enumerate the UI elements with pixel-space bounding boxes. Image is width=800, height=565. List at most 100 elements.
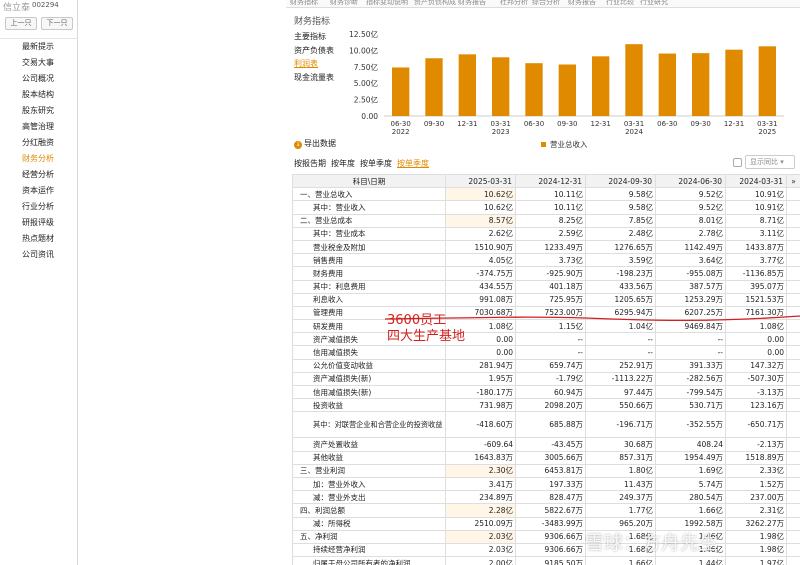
table-row: 四、利润总额 2.28亿 5822.67万 1.77亿 1.66亿 2.31亿 bbox=[292, 503, 800, 518]
row-label: 归属于母公司所有者的净利润 bbox=[292, 556, 446, 565]
period-view-option[interactable]: 按年度 bbox=[331, 159, 355, 168]
revenue-bar[interactable] bbox=[492, 57, 510, 116]
x-tick-label: 2023 bbox=[492, 128, 510, 136]
compare-select[interactable]: 显示同比 ▾ bbox=[745, 155, 795, 169]
value-cell: 6453.81万 bbox=[515, 463, 586, 478]
export-data-button[interactable]: ↓ 导出数据 bbox=[294, 138, 336, 149]
x-tick-label: 06-30 bbox=[657, 120, 677, 128]
value-cell: 1.04亿 bbox=[585, 319, 656, 334]
value-cell: 7030.68万 bbox=[445, 305, 516, 321]
menu-item[interactable]: 资本运作 bbox=[0, 183, 78, 199]
menu-item[interactable]: 股东研究 bbox=[0, 103, 78, 119]
revenue-bar[interactable] bbox=[692, 53, 710, 116]
top-tab[interactable]: 财务指标 bbox=[290, 0, 318, 7]
value-cell: 1.95万 bbox=[445, 371, 516, 387]
value-cell: 2.62亿 bbox=[445, 226, 516, 241]
next-stock-button[interactable]: 下一只 bbox=[41, 17, 73, 30]
spacer-cell bbox=[786, 503, 800, 518]
spacer-cell bbox=[786, 490, 800, 505]
compare-checkbox[interactable] bbox=[733, 158, 742, 167]
value-cell: 2.48亿 bbox=[585, 226, 656, 241]
revenue-bar[interactable] bbox=[625, 44, 643, 116]
more-columns-arrow[interactable]: » bbox=[786, 174, 800, 189]
x-tick-label: 03-31 bbox=[624, 120, 644, 128]
value-cell: 387.57万 bbox=[655, 279, 726, 294]
table-row: 其中：对联营企业和合营企业的投资收益 -418.60万 685.88万 -196.71… bbox=[292, 411, 800, 439]
value-cell: 8.57亿 bbox=[445, 213, 516, 228]
watermark: 雪球：方舟先生 bbox=[585, 532, 719, 554]
value-cell: -282.56万 bbox=[655, 371, 726, 387]
table-row: 其中：利息费用 434.55万 401.18万 433.56万 387.57万 395.0… bbox=[292, 279, 800, 294]
subnav-item[interactable]: 主要指标 bbox=[294, 31, 334, 45]
menu-item[interactable]: 热点题材 bbox=[0, 231, 78, 247]
menu-item[interactable]: 公司概况 bbox=[0, 71, 78, 87]
menu-item[interactable]: 股本结构 bbox=[0, 87, 78, 103]
value-cell: -196.71万 bbox=[585, 411, 656, 439]
value-cell: 685.88万 bbox=[515, 411, 586, 439]
value-cell: 9306.66万 bbox=[515, 542, 586, 558]
revenue-bar[interactable] bbox=[592, 56, 610, 116]
subnav-item[interactable]: 利润表 bbox=[294, 58, 334, 72]
value-cell: 550.66万 bbox=[585, 398, 656, 413]
top-tab[interactable]: 综合分析 bbox=[532, 0, 560, 7]
export-label: 导出数据 bbox=[304, 139, 336, 148]
menu-item[interactable]: 交易大事 bbox=[0, 55, 78, 71]
revenue-bar[interactable] bbox=[558, 64, 576, 116]
table-row: 持续经营净利润 2.03亿 9306.66万 1.68亿 1.46亿 1.98亿 bbox=[292, 542, 800, 558]
period-view-option[interactable]: 按报告期 bbox=[294, 159, 326, 168]
top-tab[interactable]: 财务报告 bbox=[458, 0, 486, 7]
value-cell: 1253.29万 bbox=[655, 292, 726, 307]
value-cell: 2.78亿 bbox=[655, 226, 726, 241]
revenue-bar[interactable] bbox=[425, 58, 443, 116]
revenue-bar[interactable] bbox=[725, 49, 743, 116]
revenue-bar[interactable] bbox=[392, 67, 410, 116]
top-tab[interactable]: 资产负债构成 bbox=[414, 0, 456, 7]
menu-item[interactable]: 研报评级 bbox=[0, 215, 78, 231]
spacer-cell bbox=[786, 437, 800, 452]
value-cell: 991.08万 bbox=[445, 292, 516, 307]
spacer-cell bbox=[786, 319, 800, 334]
prev-stock-button[interactable]: 上一只 bbox=[5, 17, 37, 30]
row-label: 其他收益 bbox=[292, 450, 446, 465]
x-tick-label: 2025 bbox=[758, 128, 776, 136]
row-label: 其中：利息费用 bbox=[292, 279, 446, 294]
value-cell: 3.41万 bbox=[445, 476, 516, 492]
revenue-bar[interactable] bbox=[458, 54, 476, 116]
menu-item[interactable]: 高管治理 bbox=[0, 119, 78, 135]
value-cell: 2.59亿 bbox=[515, 226, 586, 241]
revenue-bar-chart: 0.002.50亿5.00亿7.50亿10.00亿12.50亿06-302022… bbox=[349, 29, 784, 149]
table-row: 信用减值损失(新) -180.17万 60.94万 97.44万 -799.54万 -3.… bbox=[292, 384, 800, 400]
table-row: 三、营业利润 2.30亿 6453.81万 1.80亿 1.69亿 2.33亿 bbox=[292, 463, 800, 478]
period-view-option[interactable]: 按单季度 bbox=[360, 159, 392, 168]
income-statement-table-wrapper[interactable]: 科目\日期 2025-03-31 2024-12-31 2024-09-30 2024-… bbox=[292, 174, 800, 565]
top-tab[interactable]: 财务报告 bbox=[568, 0, 596, 7]
value-cell: 3.77亿 bbox=[725, 253, 787, 268]
table-row: 营业税金及附加 1510.90万 1233.49万 1276.65万 1142.49万 1… bbox=[292, 239, 800, 255]
revenue-bar[interactable] bbox=[658, 53, 676, 116]
subnav-item[interactable]: 资产负债表 bbox=[294, 45, 334, 59]
spacer-cell bbox=[786, 305, 800, 321]
value-cell: 1518.89万 bbox=[725, 450, 787, 465]
menu-item[interactable]: 分红融资 bbox=[0, 135, 78, 151]
menu-item[interactable]: 经营分析 bbox=[0, 167, 78, 183]
value-cell: 2.28亿 bbox=[445, 503, 516, 518]
y-tick-label: 2.50亿 bbox=[354, 95, 379, 105]
revenue-bar[interactable] bbox=[758, 46, 776, 116]
menu-item[interactable]: 财务分析 bbox=[0, 151, 78, 167]
y-tick-label: 5.00亿 bbox=[354, 78, 379, 88]
top-tab[interactable]: 指标变动说明 bbox=[366, 0, 408, 7]
top-tab[interactable]: 财务诊断 bbox=[330, 0, 358, 7]
menu-item[interactable]: 公司资讯 bbox=[0, 247, 78, 263]
menu-item[interactable]: 最新提示 bbox=[0, 39, 78, 55]
value-cell: -1136.85万 bbox=[725, 266, 787, 281]
subnav-item[interactable]: 现金流量表 bbox=[294, 72, 334, 86]
spacer-cell bbox=[786, 187, 800, 202]
top-tab[interactable]: 行业研究 bbox=[640, 0, 668, 7]
top-tab[interactable]: 行业比较 bbox=[606, 0, 634, 7]
revenue-bar[interactable] bbox=[525, 63, 543, 116]
top-tab[interactable]: 杜邦分析 bbox=[500, 0, 528, 7]
value-cell: 1433.87万 bbox=[725, 239, 787, 255]
period-view-option[interactable]: 按单季度 bbox=[397, 159, 429, 168]
menu-item[interactable]: 行业分析 bbox=[0, 199, 78, 215]
value-cell: 434.55万 bbox=[445, 279, 516, 294]
